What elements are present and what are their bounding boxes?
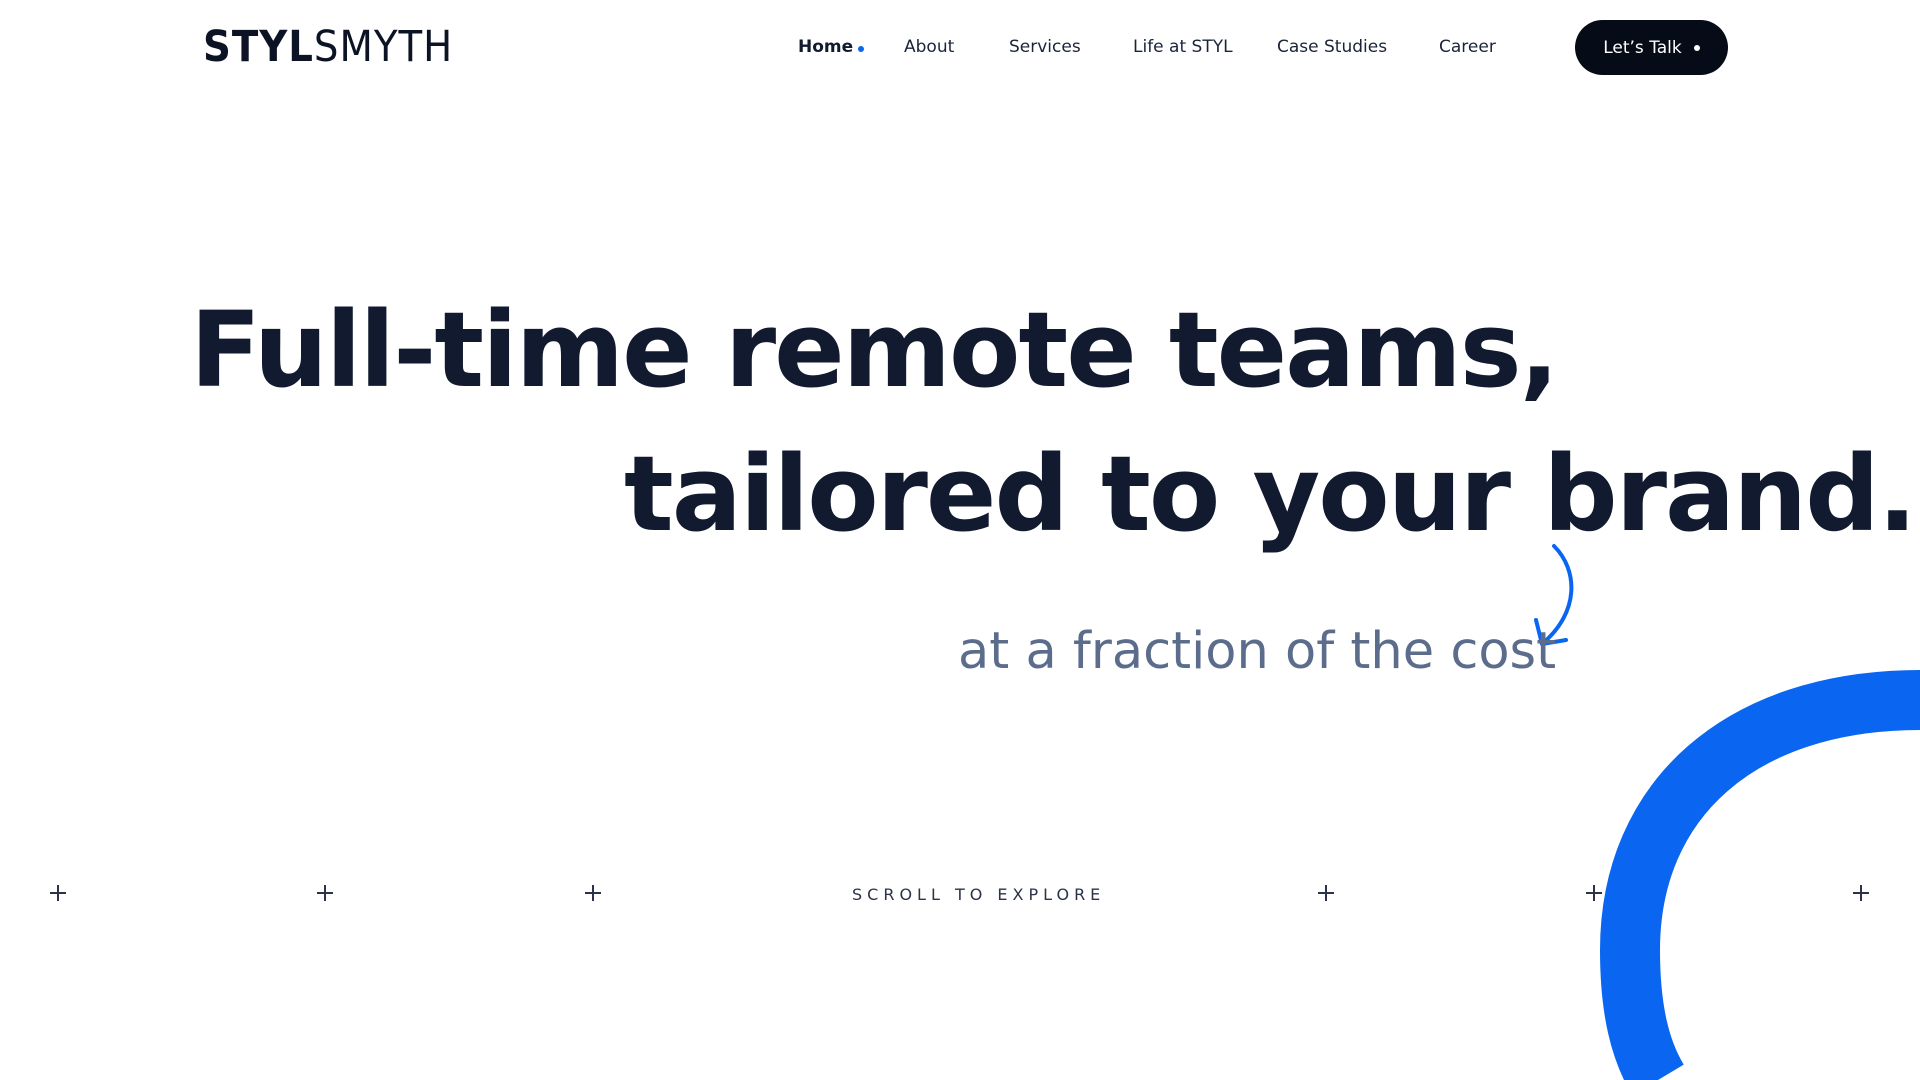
nav-item-home[interactable]: Home [798, 34, 865, 60]
hero-headline-line-2: tailored to your brand. [624, 433, 1917, 555]
lets-talk-button[interactable]: Let’s Talk [1575, 20, 1728, 75]
nav-item-career[interactable]: Career [1439, 34, 1496, 60]
nav-item-home-label: Home [798, 37, 854, 57]
plus-icon [583, 883, 603, 903]
plus-icon [1851, 883, 1871, 903]
lets-talk-label: Let’s Talk [1603, 37, 1682, 58]
nav-item-life-at-styl[interactable]: Life at STYL [1133, 34, 1233, 60]
plus-icon [315, 883, 335, 903]
scroll-to-explore[interactable]: SCROLL TO EXPLORE [852, 885, 1105, 905]
hero-headline-line-1: Full-time remote teams, [190, 289, 1559, 411]
nav-item-about[interactable]: About [904, 34, 954, 60]
plus-icon [1316, 883, 1336, 903]
plus-icon [1584, 883, 1604, 903]
dot-icon [1693, 44, 1700, 51]
hero-subtitle: at a fraction of the cost [958, 622, 1557, 681]
nav-item-services[interactable]: Services [1009, 34, 1081, 60]
decorative-arc [1600, 670, 1920, 1080]
nav-item-case-studies[interactable]: Case Studies [1277, 34, 1387, 60]
page: STYLSMYTH Home About Services Life at ST… [0, 0, 1920, 1080]
active-dot-icon [858, 46, 865, 52]
plus-icon [48, 883, 68, 903]
